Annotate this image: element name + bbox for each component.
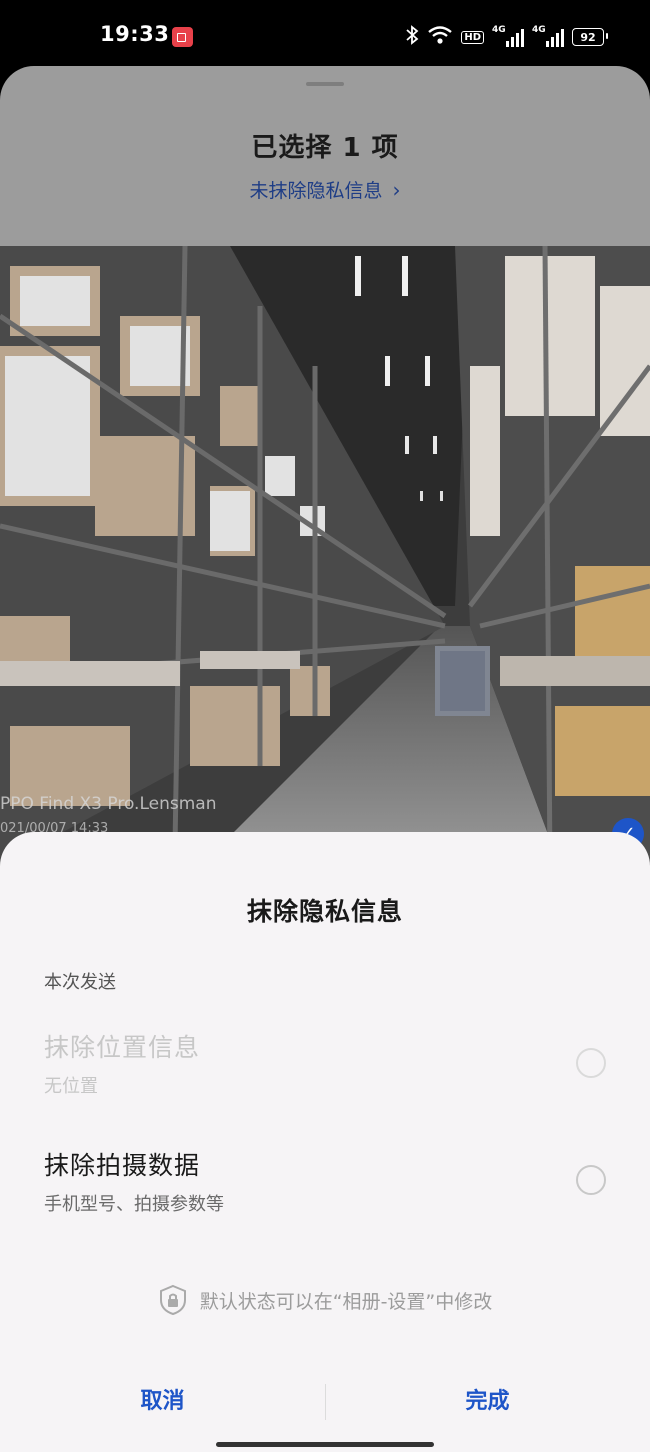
option-erase-capture-data[interactable]: 抹除拍摄数据 手机型号、拍摄参数等 xyxy=(44,1146,606,1216)
photo-preview[interactable]: PPO Find X3 Pro.Lensman 021/00/07 14:33 xyxy=(0,246,650,866)
home-indicator[interactable] xyxy=(216,1442,434,1447)
screen-record-icon xyxy=(172,27,193,47)
status-icons: HD 4G 4G 92 xyxy=(405,24,608,50)
drag-handle[interactable] xyxy=(306,82,344,86)
option-subtitle: 无位置 xyxy=(44,1076,98,1097)
dialog-title: 抹除隐私信息 xyxy=(246,897,403,926)
option-subtitle: 手机型号、拍摄参数等 xyxy=(44,1194,224,1215)
section-label: 本次发送 xyxy=(44,972,116,993)
done-button[interactable]: 完成 xyxy=(325,1372,650,1432)
wifi-icon xyxy=(427,25,453,49)
signal-icon-2: 4G xyxy=(532,25,564,47)
chevron-right-icon: › xyxy=(392,178,401,202)
privacy-status-label: 未抹除隐私信息 xyxy=(249,180,383,202)
cancel-button[interactable]: 取消 xyxy=(0,1372,325,1432)
privacy-erase-dialog: 抹除隐私信息 本次发送 抹除位置信息 无位置 抹除拍摄数据 手机型号、拍摄参数等… xyxy=(0,832,650,1452)
bluetooth-icon xyxy=(405,25,419,49)
signal-icon-1: 4G xyxy=(492,25,524,47)
photo-watermark-model: PPO Find X3 Pro.Lensman xyxy=(0,794,217,814)
battery-icon: 92 xyxy=(572,28,608,46)
option-erase-location[interactable]: 抹除位置信息 无位置 xyxy=(44,1028,606,1098)
share-sheet-background xyxy=(0,66,650,266)
settings-hint-text: 默认状态可以在“相册-设置”中修改 xyxy=(199,1291,493,1313)
status-bar: 19:33 HD 4G 4G 92 xyxy=(0,0,650,68)
radio-button[interactable] xyxy=(576,1165,606,1195)
selection-title: 已选择 1 项 xyxy=(251,133,399,163)
option-title: 抹除位置信息 xyxy=(44,1033,201,1062)
shield-lock-icon xyxy=(158,1284,188,1321)
network-type-1: 4G xyxy=(492,25,506,35)
radio-button[interactable] xyxy=(576,1048,606,1078)
settings-hint: 默认状态可以在“相册-设置”中修改 xyxy=(0,1284,650,1321)
hd-voice-icon: HD xyxy=(461,30,484,44)
privacy-status-link[interactable]: 未抹除隐私信息 › xyxy=(0,176,650,203)
network-type-2: 4G xyxy=(532,25,546,35)
dialog-actions: 取消 完成 xyxy=(0,1372,650,1432)
status-time: 19:33 xyxy=(100,22,170,46)
option-title: 抹除拍摄数据 xyxy=(44,1151,201,1180)
